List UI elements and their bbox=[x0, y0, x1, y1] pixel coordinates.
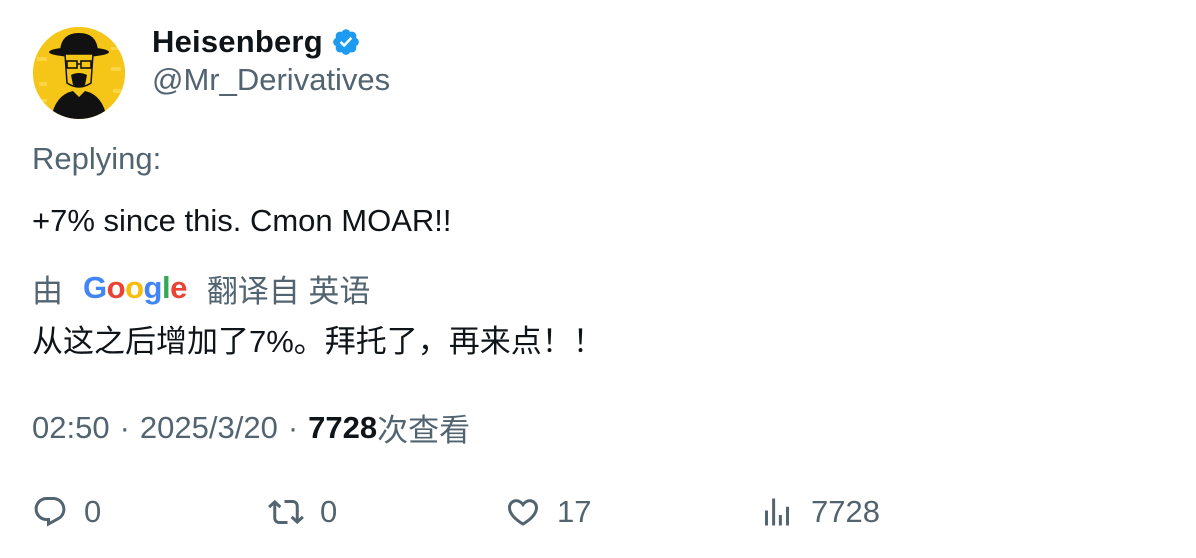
google-logo: Google bbox=[83, 270, 187, 305]
tweet-time[interactable]: 02:50 bbox=[32, 410, 110, 446]
meta-separator: · bbox=[119, 409, 130, 445]
retweet-count: 0 bbox=[320, 494, 338, 529]
avatar[interactable] bbox=[33, 27, 125, 119]
translation-prefix: 由 bbox=[32, 273, 63, 309]
reply-button[interactable]: 0 bbox=[32, 490, 101, 534]
translation-source-language: 翻译自 英语 bbox=[206, 273, 371, 309]
reply-count: 0 bbox=[84, 494, 102, 529]
views-button[interactable]: 7728 bbox=[759, 490, 880, 534]
author-display-name[interactable]: Heisenberg bbox=[152, 24, 323, 60]
replying-label: Replying: bbox=[32, 141, 162, 176]
author-handle[interactable]: @Mr_Derivatives bbox=[152, 62, 390, 98]
meta-separator: · bbox=[287, 409, 299, 445]
reply-icon bbox=[34, 497, 66, 527]
verified-badge-icon bbox=[331, 27, 361, 57]
retweet-icon bbox=[268, 499, 304, 525]
retweet-button[interactable]: 0 bbox=[268, 490, 337, 534]
heart-icon bbox=[507, 499, 539, 526]
translation-attribution: 由 Google 翻译自 英语 bbox=[32, 268, 382, 309]
action-bar: 0 0 17 7728 bbox=[32, 490, 1032, 534]
analytics-icon bbox=[765, 498, 789, 526]
tweet-date[interactable]: 2025/3/20 bbox=[140, 410, 278, 446]
tweet-text: +7% since this. Cmon MOAR!! bbox=[32, 203, 452, 238]
like-count: 17 bbox=[557, 494, 592, 529]
tweet-metadata: 02:50 · 2025/3/20 · 7728 次查看 bbox=[32, 405, 470, 450]
author-name-row: Heisenberg bbox=[152, 23, 361, 61]
tweet-card: Heisenberg @Mr_Derivatives Replying: +7%… bbox=[0, 0, 1196, 558]
views-label: 次查看 bbox=[377, 413, 471, 448]
views-action-count: 7728 bbox=[811, 494, 880, 529]
views-count: 7728 bbox=[308, 409, 378, 445]
translated-tweet-text: 从这之后增加了7%。拜托了，再来点！！ bbox=[32, 324, 604, 359]
like-button[interactable]: 17 bbox=[505, 490, 591, 534]
